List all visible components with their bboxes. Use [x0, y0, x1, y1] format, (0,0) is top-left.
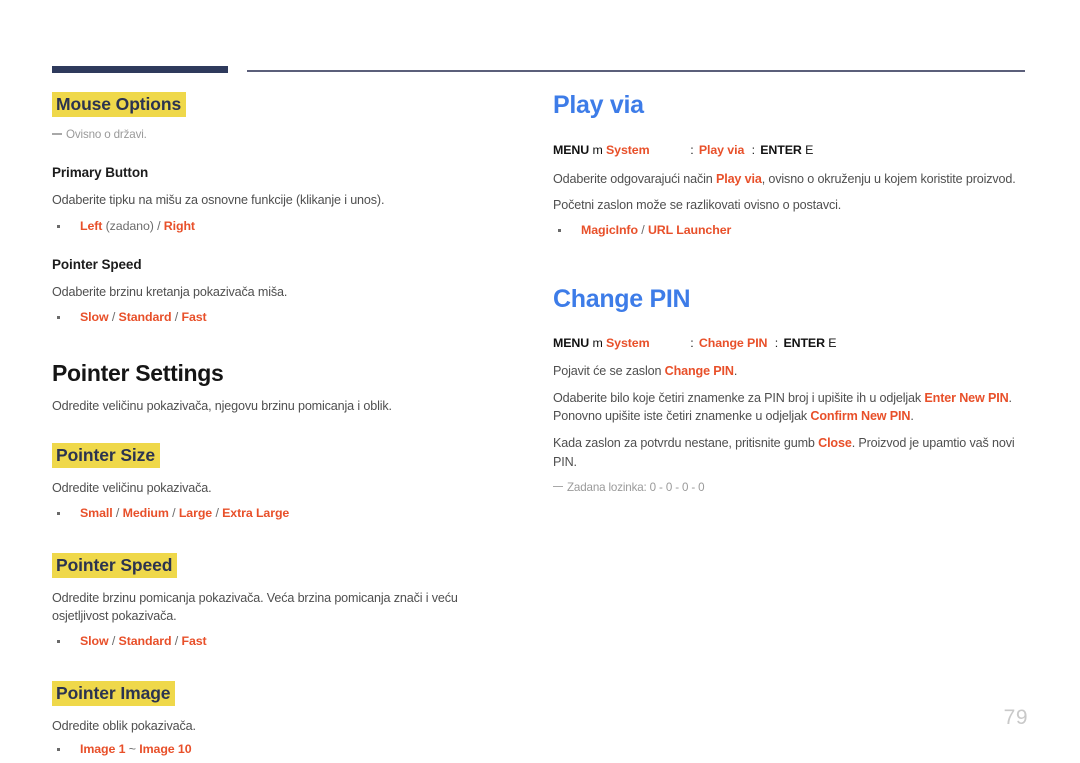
inline-term-play-via: Play via [715, 171, 762, 186]
section-change-pin: Change PIN MENU m System : Change PIN : … [553, 284, 1025, 496]
inline-term-change-pin: Change PIN [664, 363, 734, 378]
enter-key-label: ENTER [760, 142, 802, 157]
option-fast: Fast [181, 634, 207, 649]
menu-button-icon: m [592, 142, 603, 157]
menu-key-label: MENU [553, 142, 590, 157]
menu-path-colon-2: : [774, 336, 779, 351]
section-play-via: Play via MENU m System : Play via : ENTE… [553, 91, 1025, 240]
heading-pointer-settings: Pointer Settings [52, 359, 224, 386]
option-medium: Medium [122, 506, 169, 521]
paragraph-text-pre: Odaberite bilo koje četiri znamenke za P… [553, 390, 925, 405]
option-separator-2: / [174, 310, 179, 325]
subheading-primary-button: Primary Button [52, 165, 149, 181]
paragraph-change-pin-2: Odaberite bilo koje četiri znamenke za P… [553, 389, 1025, 426]
menu-button-icon: m [592, 336, 603, 351]
option-separator-2: / [172, 506, 176, 521]
heading-pointer-image: Pointer Image [52, 680, 176, 706]
bullet-primary-button-options: Left (zadano) / Right [52, 218, 507, 235]
menu-path-colon-1: : [690, 336, 694, 351]
menu-path-play-via: MENU m System : Play via : ENTER E [553, 142, 1025, 159]
menu-path-system: System [606, 336, 650, 351]
option-separator-1: / [111, 310, 116, 325]
description-pointer-size: Odredite veličinu pokazivača. [52, 481, 212, 496]
option-left-qualifier: (zadano) [105, 218, 154, 233]
paragraph-change-pin-3: Kada zaslon za potvrdu nestane, pritisni… [553, 434, 1025, 471]
section-pointer-settings: Pointer Settings Odredite veličinu pokaz… [52, 359, 507, 759]
bullet-pointer-image-options: Image 1 ~ Image 10 [52, 741, 507, 758]
description-pointer-speed-settings: Odredite brzinu pomicanja pokazivača. Ve… [52, 590, 458, 624]
subheading-pointer-speed: Pointer Speed [52, 256, 142, 272]
bullet-pointer-speed-settings-options: Slow / Standard / Fast [52, 633, 507, 650]
heading-pointer-speed-highlight: Pointer Speed [52, 552, 178, 578]
option-separator: / [157, 218, 161, 233]
left-column: Mouse Options Ovisno o državi. Primary B… [52, 92, 507, 759]
menu-path-system: System [606, 142, 650, 157]
section-mouse-options: Mouse Options Ovisno o državi. Primary B… [52, 92, 507, 327]
note-mouse-options: Ovisno o državi. [52, 127, 507, 143]
option-separator-tilde: ~ [128, 742, 136, 757]
option-image-10: Image 10 [139, 742, 192, 757]
header-rule-thick [52, 66, 228, 73]
enter-button-icon: E [828, 336, 837, 351]
option-slow: Slow [80, 634, 109, 649]
right-column: Play via MENU m System : Play via : ENTE… [553, 91, 1025, 496]
menu-path-colon-2: : [751, 142, 755, 157]
header-rule-thin [247, 70, 1025, 72]
option-slow: Slow [80, 310, 109, 325]
menu-path-colon-1: : [690, 142, 694, 157]
option-fast: Fast [181, 310, 207, 325]
enter-button-icon: E [805, 142, 814, 157]
option-right: Right [163, 218, 195, 233]
heading-pointer-size: Pointer Size [52, 443, 160, 469]
option-separator-2: / [174, 634, 179, 649]
option-extra-large: Extra Large [222, 506, 290, 521]
page-header-rules [0, 66, 1080, 78]
inline-term-close: Close [818, 436, 852, 451]
option-standard: Standard [118, 634, 172, 649]
paragraph-text-post: . [910, 409, 914, 424]
option-separator-1: / [111, 634, 116, 649]
menu-path-item: Change PIN [698, 336, 768, 351]
option-url-launcher: URL Launcher [647, 223, 732, 238]
paragraph-play-via-1: Odaberite odgovarajući način Play via, o… [553, 170, 1025, 188]
note-default-password: Zadana lozinka: 0 - 0 - 0 - 0 [553, 480, 1025, 496]
menu-path-change-pin: MENU m System : Change PIN : ENTER E [553, 335, 1025, 352]
description-pointer-settings: Odredite veličinu pokazivača, njegovu br… [52, 398, 392, 413]
option-magicinfo: MagicInfo [581, 223, 638, 238]
option-separator-1: / [115, 506, 120, 521]
enter-key-label: ENTER [783, 336, 825, 351]
paragraph-text-post: , ovisno o okruženju u kojem koristite p… [761, 171, 1016, 186]
option-small: Small [80, 506, 113, 521]
option-large: Large [178, 506, 213, 521]
inline-term-confirm-new-pin: Confirm New PIN [810, 409, 911, 424]
heading-mouse-options: Mouse Options [52, 92, 187, 118]
menu-key-label: MENU [553, 336, 590, 351]
option-separator-3: / [215, 506, 219, 521]
paragraph-change-pin-1: Pojavit će se zaslon Change PIN. [553, 362, 1025, 380]
page-number: 79 [1003, 706, 1028, 729]
option-separator: / [641, 223, 645, 238]
paragraph-play-via-2: Početni zaslon može se razlikovati ovisn… [553, 198, 842, 213]
option-image-1: Image 1 [80, 742, 126, 757]
paragraph-text-pre: Odaberite odgovarajući način [553, 171, 716, 186]
description-primary-button: Odaberite tipku na mišu za osnovne funkc… [52, 193, 385, 208]
bullet-pointer-size-options: Small / Medium / Large / Extra Large [52, 505, 507, 522]
bullet-pointer-speed-options: Slow / Standard / Fast [52, 309, 507, 326]
menu-path-item: Play via [698, 142, 745, 157]
description-pointer-speed: Odaberite brzinu kretanja pokazivača miš… [52, 284, 288, 299]
option-left: Left [80, 218, 103, 233]
paragraph-text-post: . [733, 363, 738, 378]
option-standard: Standard [118, 310, 172, 325]
paragraph-text-pre: Kada zaslon za potvrdu nestane, pritisni… [553, 436, 819, 451]
heading-change-pin: Change PIN [553, 284, 691, 313]
bullet-play-via-options: MagicInfo / URL Launcher [553, 222, 1025, 239]
paragraph-text-pre: Pojavit će se zaslon [553, 363, 665, 378]
heading-play-via: Play via [553, 91, 644, 119]
inline-term-enter-new-pin: Enter New PIN [924, 390, 1009, 405]
